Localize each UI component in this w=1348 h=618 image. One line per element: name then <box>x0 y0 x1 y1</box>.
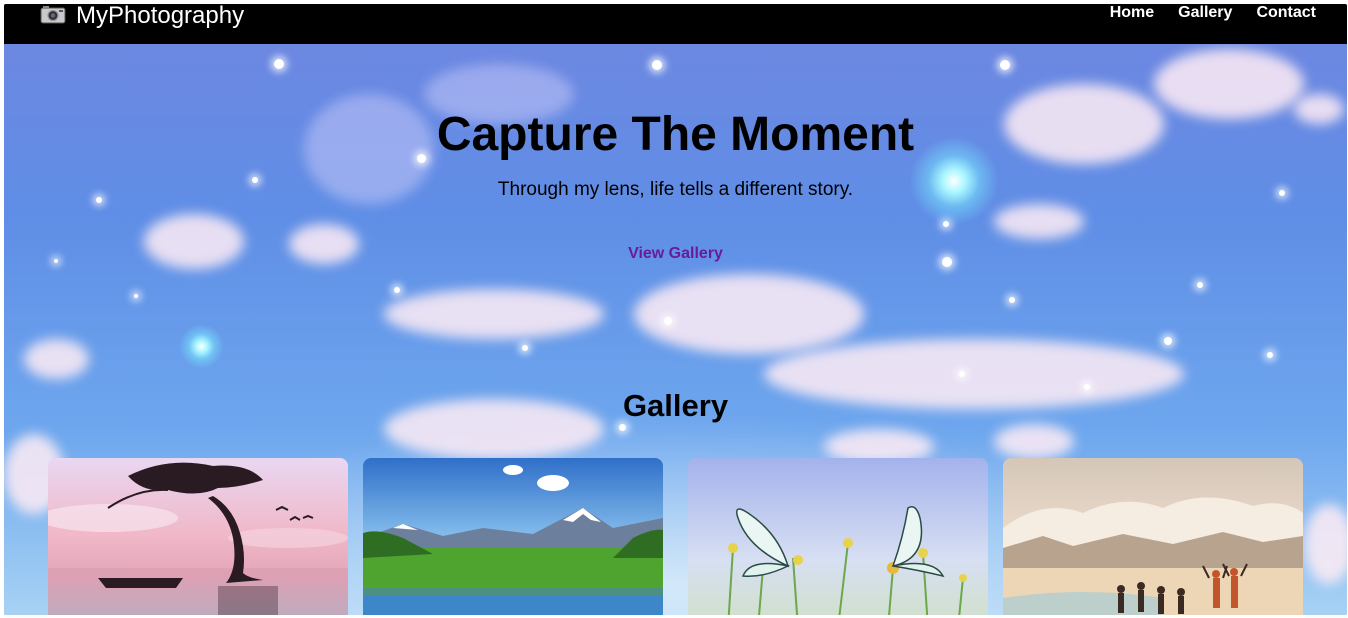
view-gallery-link[interactable]: View Gallery <box>628 245 723 262</box>
gallery-heading: Gallery <box>622 388 729 423</box>
gallery-image-people-celebrating[interactable] <box>1003 458 1303 615</box>
brand[interactable]: MyPhotography <box>40 4 244 30</box>
gallery-image-tree-sunset[interactable] <box>48 458 348 615</box>
nav-home-link[interactable]: Home <box>1110 4 1154 22</box>
camera-icon <box>40 4 66 29</box>
brand-label: MyPhotography <box>76 4 245 29</box>
gallery-image-butterflies[interactable] <box>688 458 988 615</box>
hero-title: Capture The Moment <box>436 108 915 161</box>
navbar: MyPhotography Home Gallery Contact <box>4 4 1347 44</box>
hero-subtitle: Through my lens, life tells a different … <box>497 179 854 200</box>
cta-container: View Gallery <box>4 245 1347 263</box>
nav-gallery-link[interactable]: Gallery <box>1178 4 1232 22</box>
gallery-image-mountain-lake[interactable] <box>363 458 663 615</box>
nav-contact-link[interactable]: Contact <box>1256 4 1316 22</box>
nav-links: Home Gallery Contact <box>1110 4 1316 22</box>
page-frame: MyPhotography Home Gallery Contact Captu… <box>4 4 1347 615</box>
